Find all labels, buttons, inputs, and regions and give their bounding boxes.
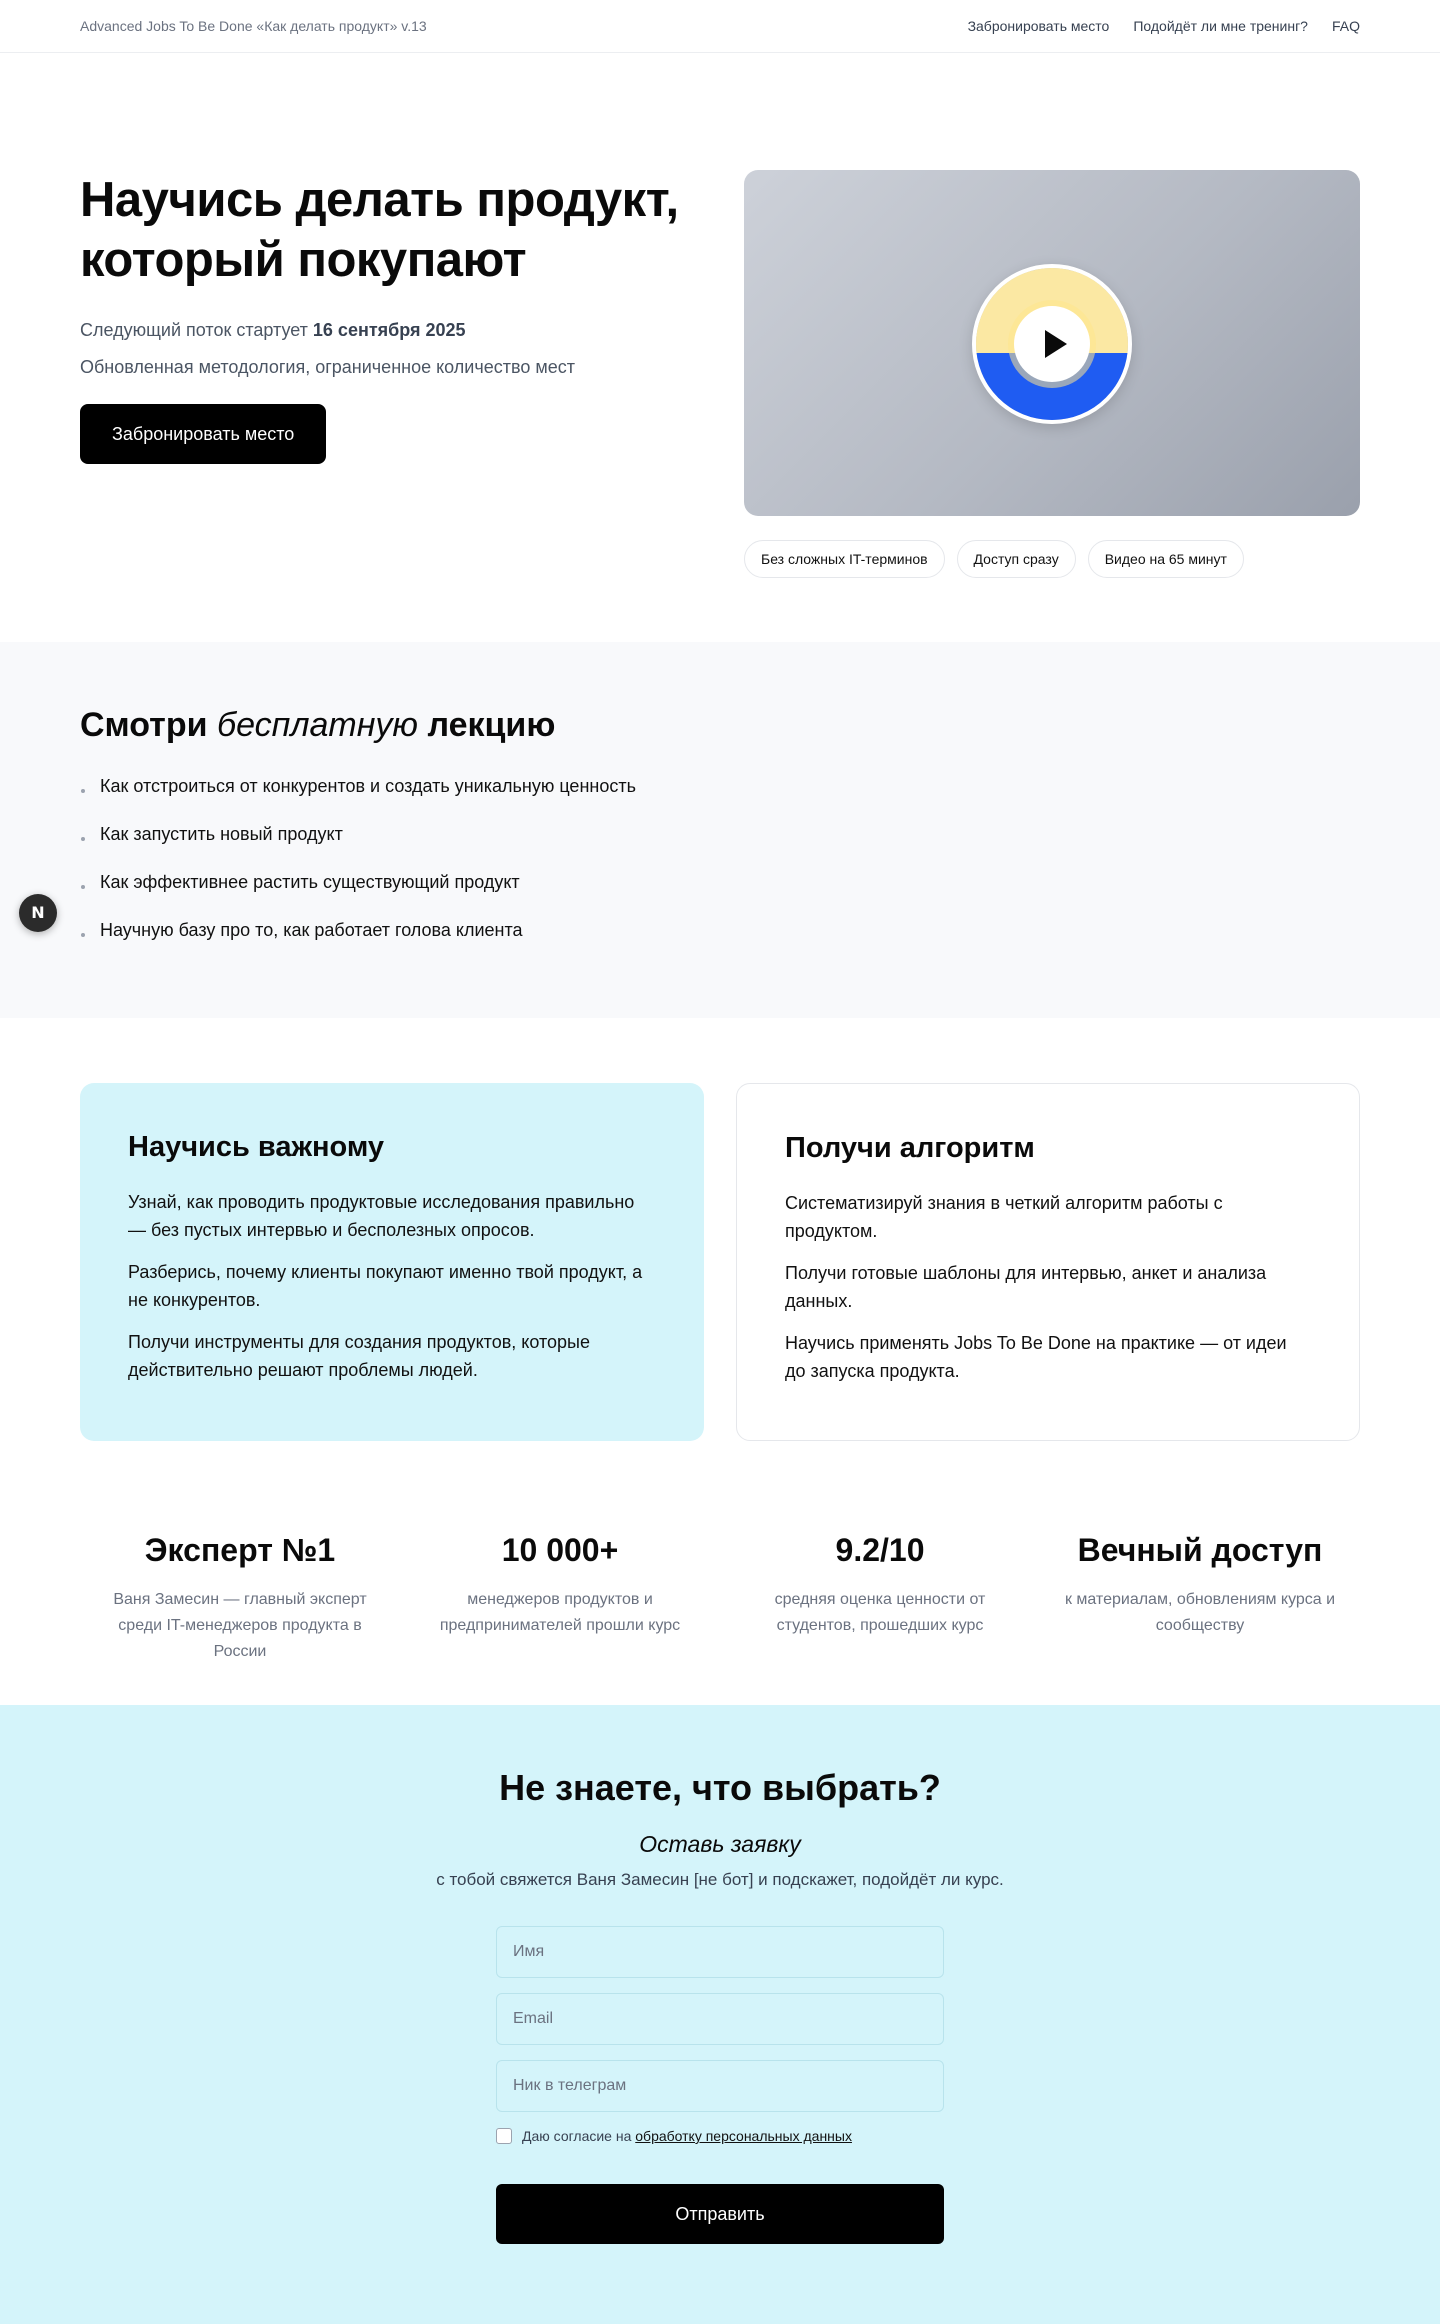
stat-description: менеджеров продуктов и предпринимателей …: [439, 1591, 681, 1634]
hero-title-line2: который покупают: [80, 233, 527, 287]
hero-title-line1: Научись делать продукт,: [80, 173, 679, 227]
start-date: 16 сентября 2025: [312, 320, 466, 340]
telegram-input[interactable]: [496, 2060, 944, 2112]
tag-no-it-terms: Без сложных IT-терминов: [744, 540, 945, 578]
nextjs-badge-icon[interactable]: N: [19, 894, 57, 932]
card-get-algorithm: Получи алгоритм Систематизируй знания в …: [736, 1083, 1360, 1441]
card-paragraph: Получи инструменты для создания продукто…: [128, 1332, 590, 1380]
lecture-title: Смотри бесплатную лекцию: [80, 706, 1360, 745]
stat-description: к материалам, обновлениям курса и сообще…: [1064, 1591, 1336, 1634]
card-title: Научись важному: [128, 1131, 385, 1163]
stat-description: средняя оценка ценности от студентов, пр…: [774, 1591, 986, 1634]
stat-description: Ваня Замесин — главный эксперт среди IT-…: [113, 1591, 367, 1660]
consent-checkbox[interactable]: [496, 2128, 512, 2144]
card-learn-important: Научись важному Узнай, как проводить про…: [80, 1083, 704, 1441]
video-disc-graphic: [972, 264, 1132, 424]
nav-link-fit[interactable]: Подойдёт ли мне тренинг?: [1133, 18, 1308, 34]
consent-label: Даю согласие на обработку персональных д…: [522, 2128, 852, 2144]
tag-instant-access: Доступ сразу: [956, 540, 1076, 578]
stat-title: Вечный доступ: [1077, 1532, 1323, 1568]
card-paragraph: Систематизируй знания в четкий алгоритм …: [785, 1193, 1223, 1241]
stat-title: 9.2/10: [835, 1532, 925, 1568]
stat-title: Эксперт №1: [144, 1532, 336, 1568]
free-lecture-section: Смотри бесплатную лекцию Как отстроиться…: [0, 642, 1440, 1018]
list-item: Как запустить новый продукт: [80, 823, 1360, 845]
hero-title: Научись делать продукт, который покупают: [80, 170, 700, 290]
card-title: Получи алгоритм: [785, 1132, 1035, 1164]
submit-button[interactable]: Отправить: [496, 2184, 944, 2244]
form-note: с тобой свяжется Ваня Замесин [не бот] и…: [436, 1870, 1004, 1889]
hero-subtitle: Обновленная методология, ограниченное ко…: [80, 357, 575, 377]
form-title: Не знаете, что выбрать?: [499, 1767, 941, 1808]
lecture-title-pre: Смотри: [80, 706, 217, 744]
start-date-prefix: Следующий поток стартует: [80, 320, 313, 340]
top-navbar: Advanced Jobs To Be Done «Как делать про…: [0, 0, 1440, 53]
tag-video-length: Видео на 65 минут: [1087, 540, 1244, 578]
benefits-section: Научись важному Узнай, как проводить про…: [0, 1018, 1440, 1532]
card-paragraph: Узнай, как проводить продуктовые исследо…: [128, 1192, 635, 1240]
nav-link-book[interactable]: Забронировать место: [968, 18, 1110, 34]
brand-title: Advanced Jobs To Be Done «Как делать про…: [80, 18, 427, 34]
name-input[interactable]: [496, 1926, 944, 1978]
play-icon[interactable]: [1014, 306, 1090, 382]
privacy-policy-link[interactable]: обработку персональных данных: [635, 2128, 852, 2144]
video-player[interactable]: [744, 170, 1360, 516]
nav-link-faq[interactable]: FAQ: [1332, 18, 1360, 34]
consent-text: Даю согласие на: [522, 2128, 636, 2144]
top-nav: Забронировать место Подойдёт ли мне трен…: [968, 18, 1360, 34]
stat-title: 10 000+: [501, 1532, 619, 1568]
form-subtitle: Оставь заявку: [639, 1831, 801, 1857]
lecture-title-post: лекцию: [418, 706, 556, 744]
card-paragraph: Разберись, почему клиенты покупают именн…: [128, 1262, 643, 1310]
card-paragraph: Получи готовые шаблоны для интервью, анк…: [785, 1263, 1267, 1311]
card-paragraph: Научись применять Jobs To Be Done на пра…: [785, 1333, 1287, 1381]
list-item: Как эффективнее растить существующий про…: [80, 871, 1360, 893]
application-section: Не знаете, что выбрать? Оставь заявку с …: [0, 1705, 1440, 2324]
list-item: Как отстроиться от конкурентов и создать…: [80, 775, 1360, 797]
email-input[interactable]: [496, 1993, 944, 2045]
hero-section: Научись делать продукт, который покупают…: [0, 53, 1440, 642]
application-form: Даю согласие на обработку персональных д…: [496, 1926, 944, 2244]
consent-row: Даю согласие на обработку персональных д…: [496, 2128, 944, 2144]
lecture-list: Как отстроиться от конкурентов и создать…: [80, 775, 1360, 941]
hero-media: Без сложных IT-терминов Доступ сразу Вид…: [744, 170, 1360, 642]
feature-tags: Без сложных IT-терминов Доступ сразу Вид…: [744, 540, 1360, 578]
book-seat-button[interactable]: Забронировать место: [80, 404, 327, 464]
hero-text: Научись делать продукт, который покупают…: [80, 117, 700, 642]
start-date-line: Следующий поток стартует 16 сентября 202…: [80, 320, 700, 341]
lecture-title-em: бесплатную: [216, 706, 418, 744]
list-item: Научную базу про то, как работает голова…: [80, 919, 1360, 941]
